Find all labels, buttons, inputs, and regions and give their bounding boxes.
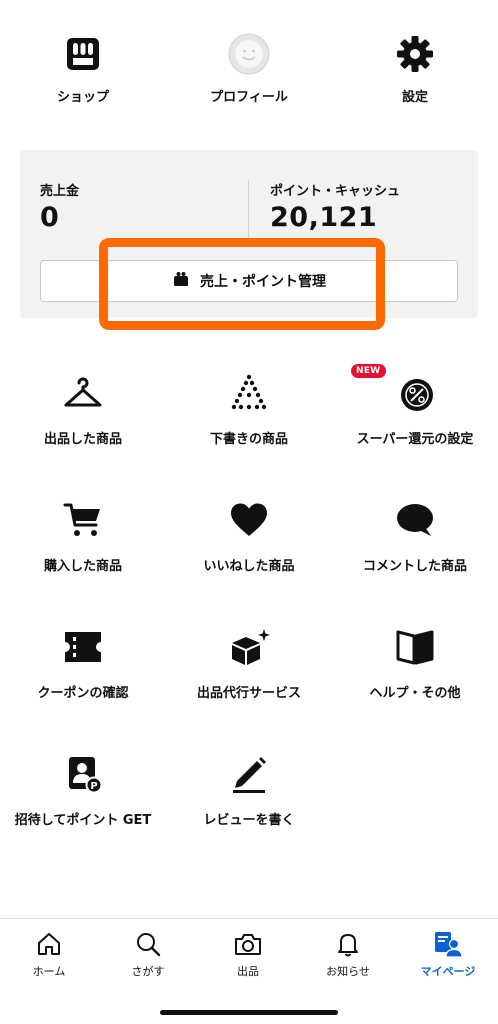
liked-button[interactable]: いいねした商品 xyxy=(169,497,329,574)
shop-icon xyxy=(23,30,143,78)
camera-icon xyxy=(203,929,293,959)
book-icon xyxy=(335,624,495,670)
profile-button[interactable]: プロフィール xyxy=(189,30,309,105)
nav-home-label: ホーム xyxy=(32,965,66,978)
nav-search-label: さがす xyxy=(131,965,165,978)
sales-card: 売上金 0 ポイント・キャッシュ 20,121 売上・ポイント管理 xyxy=(20,150,478,318)
dotted-hanger-icon xyxy=(169,370,329,416)
hanger-icon xyxy=(3,370,163,416)
top-shortcuts: ショップ プロフィール 設定 xyxy=(0,30,498,110)
card-divider xyxy=(248,180,249,238)
super-return-button[interactable]: NEW スーパー還元の設定 xyxy=(335,364,495,447)
purchased-label: 購入した商品 xyxy=(43,559,122,574)
help-label: ヘルプ・その他 xyxy=(369,686,461,701)
percent-icon: NEW xyxy=(335,364,495,416)
settings-label: 設定 xyxy=(401,90,428,105)
bell-icon xyxy=(303,929,393,959)
help-button[interactable]: ヘルプ・その他 xyxy=(335,624,495,701)
coupons-label: クーポンの確認 xyxy=(37,686,129,701)
home-indicator xyxy=(160,1010,338,1015)
review-label: レビューを書く xyxy=(203,813,295,828)
nav-mypage-label: マイページ xyxy=(420,965,476,978)
invite-button[interactable]: P 招待してポイント GET xyxy=(3,751,163,828)
drafts-label: 下書きの商品 xyxy=(209,432,288,447)
nav-home[interactable]: ホーム xyxy=(4,929,94,979)
pencil-icon xyxy=(169,751,329,797)
shop-button[interactable]: ショップ xyxy=(23,30,143,105)
drafts-button[interactable]: 下書きの商品 xyxy=(169,370,329,447)
points-value: 20,121 xyxy=(270,202,378,233)
commented-button[interactable]: コメントした商品 xyxy=(335,497,495,574)
coupons-button[interactable]: クーポンの確認 xyxy=(3,624,163,701)
cart-icon xyxy=(3,497,163,543)
home-icon xyxy=(4,929,94,959)
listing-service-label: 出品代行サービス xyxy=(196,686,301,701)
comment-icon xyxy=(335,497,495,543)
nav-mypage[interactable]: マイページ xyxy=(403,929,493,979)
nav-search[interactable]: さがす xyxy=(103,929,193,979)
nav-notifications[interactable]: お知らせ xyxy=(303,929,393,979)
nav-notifications-label: お知らせ xyxy=(326,965,370,978)
bottom-nav: ホーム さがす 出品 お知らせ マイページ xyxy=(0,918,498,1024)
heart-icon xyxy=(169,497,329,543)
liked-label: いいねした商品 xyxy=(203,559,295,574)
sales-label: 売上金 xyxy=(40,184,80,199)
listing-service-button[interactable]: 出品代行サービス xyxy=(169,624,329,701)
manage-button-label: 売上・ポイント管理 xyxy=(200,274,326,290)
profile-label: プロフィール xyxy=(210,90,288,105)
shop-label: ショップ xyxy=(56,90,109,105)
points-label: ポイント・キャッシュ xyxy=(270,184,401,199)
review-button[interactable]: レビューを書く xyxy=(169,751,329,828)
svg-text:P: P xyxy=(90,781,97,792)
settings-button[interactable]: 設定 xyxy=(355,30,475,105)
ticket-icon xyxy=(3,624,163,670)
listed-items-button[interactable]: 出品した商品 xyxy=(3,370,163,447)
nav-sell[interactable]: 出品 xyxy=(203,929,293,979)
purchased-button[interactable]: 購入した商品 xyxy=(3,497,163,574)
box-sparkle-icon xyxy=(169,624,329,670)
nav-sell-label: 出品 xyxy=(237,965,259,978)
mypage-icon xyxy=(403,929,493,959)
commented-label: コメントした商品 xyxy=(362,559,467,574)
new-badge: NEW xyxy=(351,364,386,378)
search-icon xyxy=(103,929,193,959)
purse-icon xyxy=(172,271,190,291)
invite-label: 招待してポイント GET xyxy=(14,813,152,828)
super-return-label: スーパー還元の設定 xyxy=(356,432,474,447)
listed-items-label: 出品した商品 xyxy=(43,432,122,447)
gear-icon xyxy=(355,30,475,78)
avatar xyxy=(189,30,309,78)
sales-value: 0 xyxy=(40,202,60,233)
invite-person-icon: P xyxy=(3,751,163,797)
sales-points-manage-button[interactable]: 売上・ポイント管理 xyxy=(40,260,458,302)
